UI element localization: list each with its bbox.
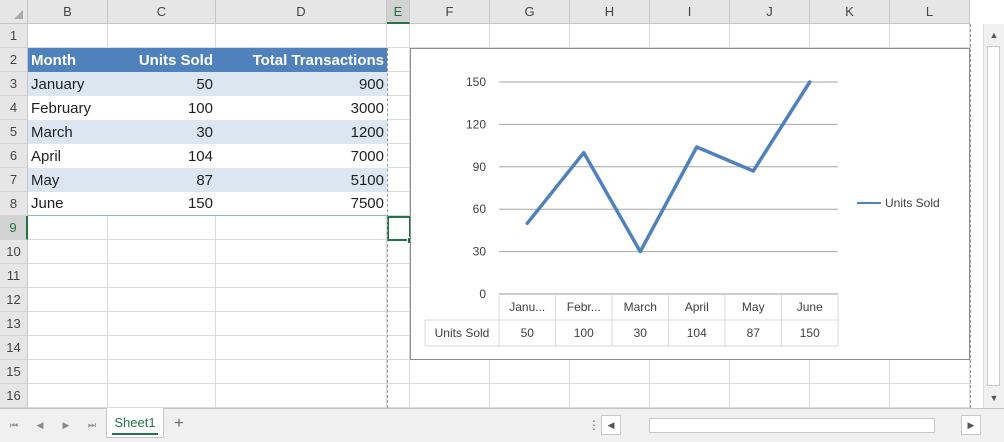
row-header-9[interactable]: 9 <box>0 216 28 240</box>
table-cell[interactable]: 900 <box>216 72 387 96</box>
data-table-series-label: Units Sold <box>435 326 490 340</box>
vertical-scrollbar[interactable]: ▲ ▼ <box>983 24 1004 408</box>
table-cell[interactable]: May <box>28 168 108 192</box>
table-cell[interactable]: 104 <box>108 144 216 168</box>
x-category-label: March <box>624 300 657 314</box>
select-all-corner[interactable] <box>0 0 28 24</box>
vertical-scroll-thumb[interactable] <box>987 46 1000 386</box>
last-sheet-icon[interactable]: ⏭ <box>82 417 102 433</box>
data-table-value: 87 <box>747 326 761 340</box>
table-cell[interactable]: February <box>28 96 108 120</box>
row-header-2[interactable]: 2 <box>0 48 28 72</box>
row-header-14[interactable]: 14 <box>0 336 28 360</box>
sheet-tab-bar: ⏮ ◀ ▶ ⏭ Sheet1 + ⋮ ◀ ▶ <box>0 408 1004 442</box>
table-cell[interactable]: 100 <box>108 96 216 120</box>
column-header-g[interactable]: G <box>490 0 570 24</box>
column-header-b[interactable]: B <box>28 0 108 24</box>
table-cell[interactable]: 5100 <box>216 168 387 192</box>
x-category-label: May <box>742 300 765 314</box>
row-header-15[interactable]: 15 <box>0 360 28 384</box>
horizontal-scroll-thumb[interactable] <box>649 418 935 433</box>
y-tick-label: 30 <box>473 245 487 259</box>
row-header-3[interactable]: 3 <box>0 72 28 96</box>
column-header-f[interactable]: F <box>410 0 490 24</box>
active-sheet-indicator <box>112 433 158 435</box>
row-header-12[interactable]: 12 <box>0 288 28 312</box>
column-header-j[interactable]: J <box>730 0 810 24</box>
data-table-value: 100 <box>574 326 594 340</box>
chart-canvas: 0 30 60 90 120 150 Janu... Febr... March April May… <box>424 75 940 347</box>
row-header-16[interactable]: 16 <box>0 384 28 408</box>
y-tick-label: 120 <box>466 117 486 131</box>
y-tick-label: 60 <box>473 202 487 216</box>
scrollbar-split-grip-icon[interactable]: ⋮ <box>588 417 600 433</box>
column-header-l[interactable]: L <box>890 0 970 24</box>
x-category-label: June <box>797 300 823 314</box>
table-cell[interactable]: 1200 <box>216 120 387 144</box>
y-tick-label: 90 <box>473 160 487 174</box>
row-header-4[interactable]: 4 <box>0 96 28 120</box>
data-table-value: 104 <box>687 326 707 340</box>
row-header-11[interactable]: 11 <box>0 264 28 288</box>
table-header-cell[interactable]: Units Sold <box>108 48 216 72</box>
column-header-h[interactable]: H <box>570 0 650 24</box>
prev-sheet-icon[interactable]: ◀ <box>30 417 50 433</box>
scroll-left-icon[interactable]: ◀ <box>601 415 621 435</box>
table-cell[interactable]: 30 <box>108 120 216 144</box>
table-cell[interactable]: March <box>28 120 108 144</box>
spreadsheet-grid[interactable]: BCDEFGHIJKL 1 2 3 4 5 6 7 8 9 10 11 12 13 14 15 16 Mont… <box>0 0 1004 442</box>
y-tick-label: 0 <box>479 287 486 301</box>
column-header-k[interactable]: K <box>810 0 890 24</box>
column-header-e[interactable]: E <box>387 0 410 24</box>
x-category-label: Febr... <box>567 300 601 314</box>
next-sheet-icon[interactable]: ▶ <box>56 417 76 433</box>
y-tick-label: 150 <box>466 75 486 89</box>
table-cell[interactable]: 87 <box>108 168 216 192</box>
line-chart[interactable]: 0 30 60 90 120 150 Janu... Febr... March April May… <box>410 48 970 360</box>
select-all-triangle-icon <box>14 10 23 19</box>
x-category-label: Janu... <box>509 300 545 314</box>
first-sheet-icon[interactable]: ⏮ <box>4 417 24 433</box>
row-header-13[interactable]: 13 <box>0 312 28 336</box>
table-cell[interactable]: 150 <box>108 192 216 216</box>
row-header-10[interactable]: 10 <box>0 240 28 264</box>
table-cell[interactable]: 7500 <box>216 192 387 216</box>
data-table-value: 50 <box>521 326 535 340</box>
row-header-1[interactable]: 1 <box>0 24 28 48</box>
table-header-cell[interactable]: Total Transactions <box>216 48 387 72</box>
data-table-value: 30 <box>634 326 648 340</box>
row-gridline <box>28 383 972 384</box>
row-header-7[interactable]: 7 <box>0 168 28 192</box>
add-sheet-icon[interactable]: + <box>170 415 188 433</box>
column-header-c[interactable]: C <box>108 0 216 24</box>
page-break-line <box>970 24 971 408</box>
table-header-cell[interactable]: Month <box>28 48 108 72</box>
scroll-up-icon[interactable]: ▲ <box>986 27 1002 43</box>
scroll-right-icon[interactable]: ▶ <box>961 415 981 435</box>
data-table-value: 150 <box>800 326 820 340</box>
x-category-label: April <box>685 300 709 314</box>
table-cell[interactable]: June <box>28 192 108 216</box>
table-cell[interactable]: 50 <box>108 72 216 96</box>
row-header-6[interactable]: 6 <box>0 144 28 168</box>
table-cell[interactable]: April <box>28 144 108 168</box>
table-cell[interactable]: January <box>28 72 108 96</box>
scroll-down-icon[interactable]: ▼ <box>986 390 1002 406</box>
legend-label: Units Sold <box>885 196 940 210</box>
row-header-5[interactable]: 5 <box>0 120 28 144</box>
page-break-line <box>387 48 388 408</box>
row-header-8[interactable]: 8 <box>0 192 28 216</box>
column-header-i[interactable]: I <box>650 0 730 24</box>
column-header-d[interactable]: D <box>216 0 387 24</box>
table-cell[interactable]: 3000 <box>216 96 387 120</box>
table-cell[interactable]: 7000 <box>216 144 387 168</box>
